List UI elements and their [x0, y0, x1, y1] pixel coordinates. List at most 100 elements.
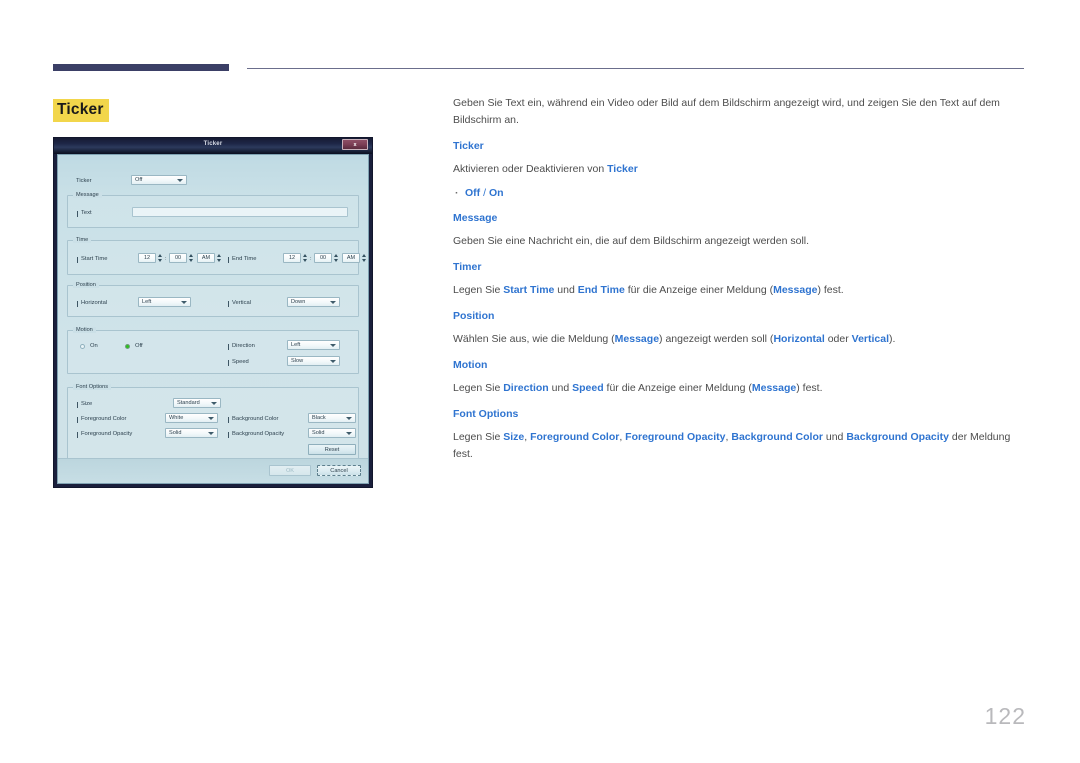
close-icon[interactable]: x	[342, 139, 368, 150]
motion-t4: ) fest.	[796, 382, 823, 394]
foreground-opacity-value: Solid	[169, 430, 182, 436]
ticker-options-bullet: · Off / On	[453, 185, 1028, 202]
ticker-dialog: Ticker x Ticker Off Message Text Time St…	[53, 137, 373, 488]
position-group: Position Horizontal Left Vertical Down	[67, 282, 359, 317]
start-minute-input[interactable]: 00	[169, 253, 187, 263]
fo-t5: und	[822, 431, 847, 443]
ticker-option-off: Off	[465, 187, 481, 199]
end-hour-input[interactable]: 12	[283, 253, 301, 263]
subheading-ticker: Ticker	[453, 140, 484, 152]
chevron-down-icon	[211, 402, 217, 405]
start-minute-stepper[interactable]	[188, 253, 194, 263]
foreground-opacity-label: Foreground Opacity	[76, 431, 133, 438]
chevron-down-icon	[330, 360, 336, 363]
dialog-title: Ticker	[203, 141, 223, 147]
background-opacity-select[interactable]: Solid	[308, 428, 356, 438]
end-hour-stepper[interactable]	[302, 253, 308, 263]
ticker-field-label: Ticker	[76, 178, 92, 184]
dialog-body: Ticker Off Message Text Time Start Time …	[57, 154, 369, 484]
start-time-colon: :	[165, 256, 167, 262]
subheading-motion: Motion	[453, 359, 488, 371]
message-description: Geben Sie eine Nachricht ein, die auf de…	[453, 235, 810, 247]
description-column: Geben Sie Text ein, während ein Video od…	[453, 95, 1028, 472]
cancel-button[interactable]: Cancel	[317, 465, 361, 476]
motion-t1: Legen Sie	[453, 382, 504, 394]
message-group-legend: Message	[73, 192, 102, 198]
end-ampm-input[interactable]: AM	[342, 253, 360, 263]
direction-label: Direction	[228, 343, 255, 350]
background-color-select[interactable]: Black	[308, 413, 356, 423]
dialog-titlebar[interactable]: Ticker x	[54, 138, 372, 154]
ticker-select-value: Off	[135, 177, 143, 183]
size-select[interactable]: Standard	[173, 398, 221, 408]
chevron-down-icon	[208, 432, 214, 435]
end-time-colon: :	[310, 256, 312, 262]
ok-button[interactable]: OK	[269, 465, 311, 476]
font-options-group: Font Options Size Standard Foreground Co…	[67, 384, 359, 459]
foreground-color-select[interactable]: White	[165, 413, 218, 423]
bullet-dot-icon: ·	[455, 187, 459, 199]
chevron-down-icon	[346, 417, 352, 420]
speed-select[interactable]: Slow	[287, 356, 340, 366]
chevron-down-icon	[208, 417, 214, 420]
position-b1: Message	[614, 333, 660, 345]
position-t3: oder	[824, 333, 852, 345]
horizontal-select[interactable]: Left	[138, 297, 191, 307]
position-t4: ).	[889, 333, 896, 345]
position-t2: ) angezeigt werden soll (	[659, 333, 774, 345]
timer-t3: für die Anzeige einer Meldung (	[624, 284, 774, 296]
fo-b3: Foreground Opacity	[625, 431, 726, 443]
start-hour-stepper[interactable]	[157, 253, 163, 263]
position-t1: Wählen Sie aus, wie die Meldung (	[453, 333, 615, 345]
timer-b2: End Time	[577, 284, 625, 296]
motion-off-radio[interactable]	[125, 344, 130, 349]
size-label: Size	[76, 401, 93, 408]
text-input[interactable]	[132, 207, 348, 217]
position-description: Wählen Sie aus, wie die Meldung (Message…	[453, 331, 1028, 348]
timer-t1: Legen Sie	[453, 284, 504, 296]
timer-b1: Start Time	[503, 284, 555, 296]
motion-on-radio[interactable]	[80, 344, 85, 349]
motion-on-label: On	[90, 343, 98, 349]
start-ampm-stepper[interactable]	[216, 253, 222, 263]
text-field-label: Text	[77, 210, 92, 217]
start-hour-input[interactable]: 12	[138, 253, 156, 263]
page-title: Ticker	[53, 99, 109, 122]
speed-select-value: Slow	[291, 358, 304, 364]
motion-b2: Speed	[572, 382, 604, 394]
ticker-option-separator: /	[480, 187, 489, 199]
foreground-color-value: White	[169, 415, 184, 421]
subheading-timer: Timer	[453, 261, 482, 273]
page-header-rule	[53, 64, 1024, 74]
ticker-option-on: On	[488, 187, 504, 199]
subheading-position: Position	[453, 310, 495, 322]
end-time-label: End Time	[228, 256, 257, 263]
motion-t2: und	[548, 382, 573, 394]
header-rule-block	[53, 64, 229, 71]
chevron-down-icon	[330, 344, 336, 347]
size-select-value: Standard	[177, 400, 200, 406]
foreground-opacity-select[interactable]: Solid	[165, 428, 218, 438]
header-rule-line	[247, 68, 1024, 69]
ticker-description: Aktivieren oder Deaktivieren von Ticker	[453, 161, 1028, 178]
end-ampm-stepper[interactable]	[361, 253, 367, 263]
start-ampm-input[interactable]: AM	[197, 253, 215, 263]
position-group-legend: Position	[73, 282, 99, 288]
ticker-select[interactable]: Off	[131, 175, 187, 185]
font-options-group-legend: Font Options	[73, 384, 112, 390]
font-options-description: Legen Sie Size, Foreground Color, Foregr…	[453, 429, 1028, 463]
end-minute-stepper[interactable]	[333, 253, 339, 263]
fo-b4: Background Color	[731, 431, 823, 443]
vertical-select-value: Down	[291, 299, 306, 305]
direction-select[interactable]: Left	[287, 340, 340, 350]
chevron-down-icon	[177, 179, 183, 182]
fo-b2: Foreground Color	[530, 431, 620, 443]
timer-t4: ) fest.	[817, 284, 844, 296]
motion-description: Legen Sie Direction und Speed für die An…	[453, 380, 1028, 397]
reset-button[interactable]: Reset	[308, 444, 356, 455]
vertical-select[interactable]: Down	[287, 297, 340, 307]
end-minute-input[interactable]: 00	[314, 253, 332, 263]
chevron-down-icon	[346, 432, 352, 435]
position-b3: Vertical	[851, 333, 890, 345]
background-opacity-label: Background Opacity	[227, 431, 285, 438]
